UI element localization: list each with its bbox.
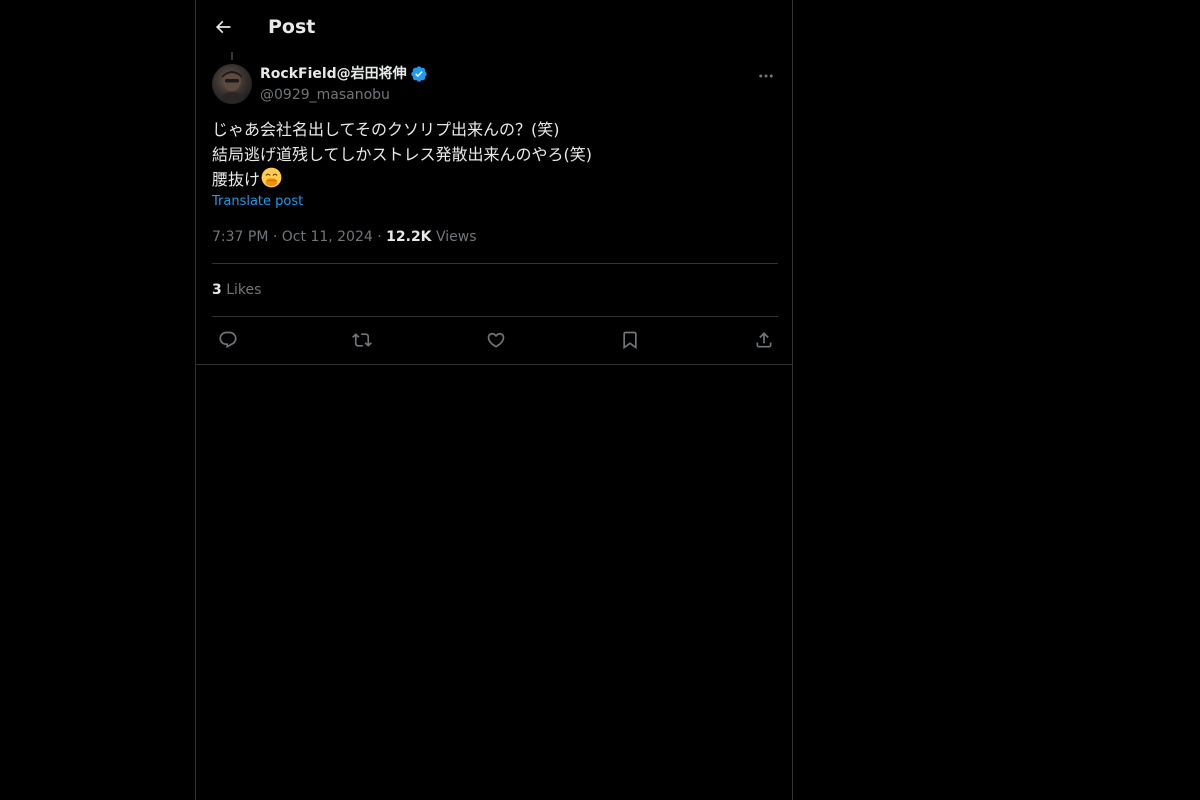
- likes-label: Likes: [226, 282, 262, 298]
- like-button[interactable]: [484, 328, 508, 352]
- page-title: Post: [268, 16, 316, 38]
- back-button[interactable]: [209, 13, 237, 41]
- reply-button[interactable]: [216, 328, 240, 352]
- translate-post-link[interactable]: Translate post: [212, 193, 303, 211]
- repost-icon: [352, 333, 372, 347]
- post-text: じゃあ会社名出してそのクソリプ出来んの？(笑) 結局逃げ道残してしかストレス発散…: [212, 118, 772, 196]
- author-handle[interactable]: @0929_masanobu: [260, 85, 390, 105]
- meta-separator-2: ·: [377, 229, 382, 245]
- post-date[interactable]: Oct 11, 2024: [282, 229, 373, 245]
- share-button[interactable]: [752, 328, 776, 352]
- face-with-hand-over-mouth-icon: [261, 167, 282, 196]
- views-label: Views: [435, 229, 477, 245]
- post-column: Post RockField@岩田将伸 @0929_masanobu じゃあ会社…: [195, 0, 793, 800]
- bookmark-icon: [623, 331, 637, 350]
- bookmark-button[interactable]: [618, 328, 642, 352]
- more-options-button[interactable]: [754, 64, 778, 88]
- thread-connector-line: [231, 52, 233, 60]
- author-display-name[interactable]: RockField@岩田将伸: [260, 64, 428, 84]
- profile-photo-icon: [212, 64, 252, 104]
- avatar[interactable]: [212, 64, 252, 104]
- reply-icon: [219, 331, 237, 349]
- post-time[interactable]: 7:37 PM: [212, 229, 268, 245]
- heart-icon: [487, 332, 505, 348]
- post-text-line-2: 結局逃げ道残してしかストレス発散出来んのやろ(笑): [212, 144, 593, 164]
- verified-badge-icon: [410, 65, 428, 83]
- repost-button[interactable]: [350, 328, 374, 352]
- author-name-text: RockField@岩田将伸: [260, 66, 407, 82]
- post-text-line-3: 腰抜け: [212, 167, 772, 196]
- post-text-line-1: じゃあ会社名出してそのクソリプ出来んの？(笑): [212, 120, 560, 139]
- likes-count: 3: [212, 282, 222, 298]
- page-header: Post: [196, 0, 792, 53]
- likes-stat[interactable]: 3 Likes: [212, 280, 261, 300]
- post-text-line-3-text: 腰抜け: [212, 170, 261, 189]
- views-count: 12.2K: [386, 229, 432, 245]
- arrow-left-icon: [215, 20, 231, 34]
- meta-separator: ·: [272, 229, 278, 245]
- more-horizontal-icon: [759, 74, 773, 78]
- divider-bottom: [212, 316, 778, 317]
- post-bottom-border: [196, 364, 792, 365]
- share-icon: [756, 332, 772, 348]
- divider-top: [212, 263, 778, 264]
- post-meta: 7:37 PM · Oct 11, 2024 · 12.2K Views: [212, 227, 477, 247]
